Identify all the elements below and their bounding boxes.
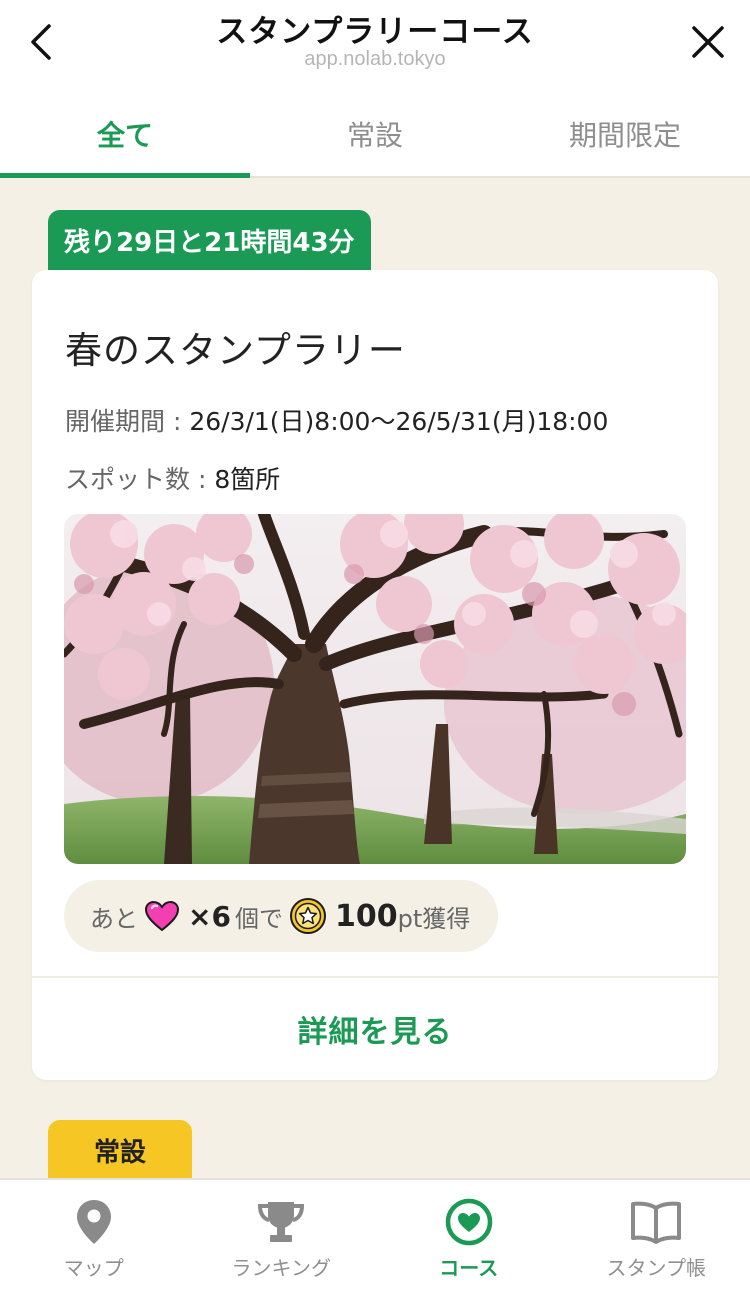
nav-map-label: マップ: [63, 1256, 124, 1280]
course-title: 春のスタンプラリー: [65, 329, 406, 372]
course-period: 開催期間 : 26/3/1(日)8:00〜26/5/31(月)18:00: [65, 402, 608, 438]
tab-limited-time[interactable]: 期間限定: [500, 92, 750, 176]
course-filter-tabs: 全て 常設 期間限定: [0, 92, 750, 178]
page-title: スタンプラリーコース: [216, 14, 534, 50]
cherry-blossom-photo: [64, 514, 686, 864]
close-button[interactable]: [680, 14, 736, 70]
nav-ranking[interactable]: ランキング: [188, 1180, 376, 1290]
nav-stamp-book[interactable]: スタンプ帳: [563, 1180, 750, 1290]
reward-suffix: pt獲得: [397, 904, 471, 933]
spots-value: 8箇所: [214, 465, 281, 494]
course-spots: スポット数 : 8箇所: [65, 460, 280, 496]
nav-course[interactable]: コース: [375, 1180, 563, 1290]
map-pin-icon: [76, 1200, 111, 1244]
course-card[interactable]: 春のスタンプラリー 開催期間 : 26/3/1(日)8:00〜26/5/31(月…: [32, 270, 718, 1080]
book-icon: [631, 1201, 682, 1244]
bottom-navigation: マップ ランキング コース スタンプ帳: [0, 1178, 750, 1290]
tab-all[interactable]: 全て: [0, 92, 250, 178]
star-coin-icon: [289, 897, 327, 935]
reward-middle: 個で: [234, 904, 283, 933]
spots-label: スポット数 :: [65, 465, 215, 494]
reward-prefix: あと: [90, 904, 138, 933]
permanent-section-badge: 常設: [48, 1120, 192, 1180]
reward-progress-pill: あと ×6 個で 100 pt獲得: [64, 880, 499, 952]
nav-ranking-label: ランキング: [231, 1256, 331, 1280]
nav-course-label: コース: [439, 1256, 499, 1280]
header-bar: スタンプラリーコース app.nolab.tokyo: [0, 0, 750, 92]
nav-map[interactable]: マップ: [0, 1180, 188, 1290]
close-icon: [692, 26, 724, 58]
page-domain: app.nolab.tokyo: [304, 48, 446, 70]
period-label: 開催期間 :: [65, 407, 190, 436]
reward-remaining-count: ×6: [188, 899, 231, 933]
view-details-button[interactable]: 詳細を見る: [32, 978, 718, 1080]
course-image: [64, 514, 686, 864]
heart-icon: [144, 900, 180, 932]
tab-permanent[interactable]: 常設: [250, 92, 500, 176]
remaining-time-badge: 残り29日と21時間43分: [48, 210, 371, 270]
heart-circle-icon: [445, 1198, 492, 1246]
reward-points: 100: [334, 898, 398, 934]
nav-stamp-book-label: スタンプ帳: [606, 1256, 706, 1280]
trophy-icon: [258, 1202, 305, 1242]
period-value: 26/3/1(日)8:00〜26/5/31(月)18:00: [189, 407, 609, 436]
